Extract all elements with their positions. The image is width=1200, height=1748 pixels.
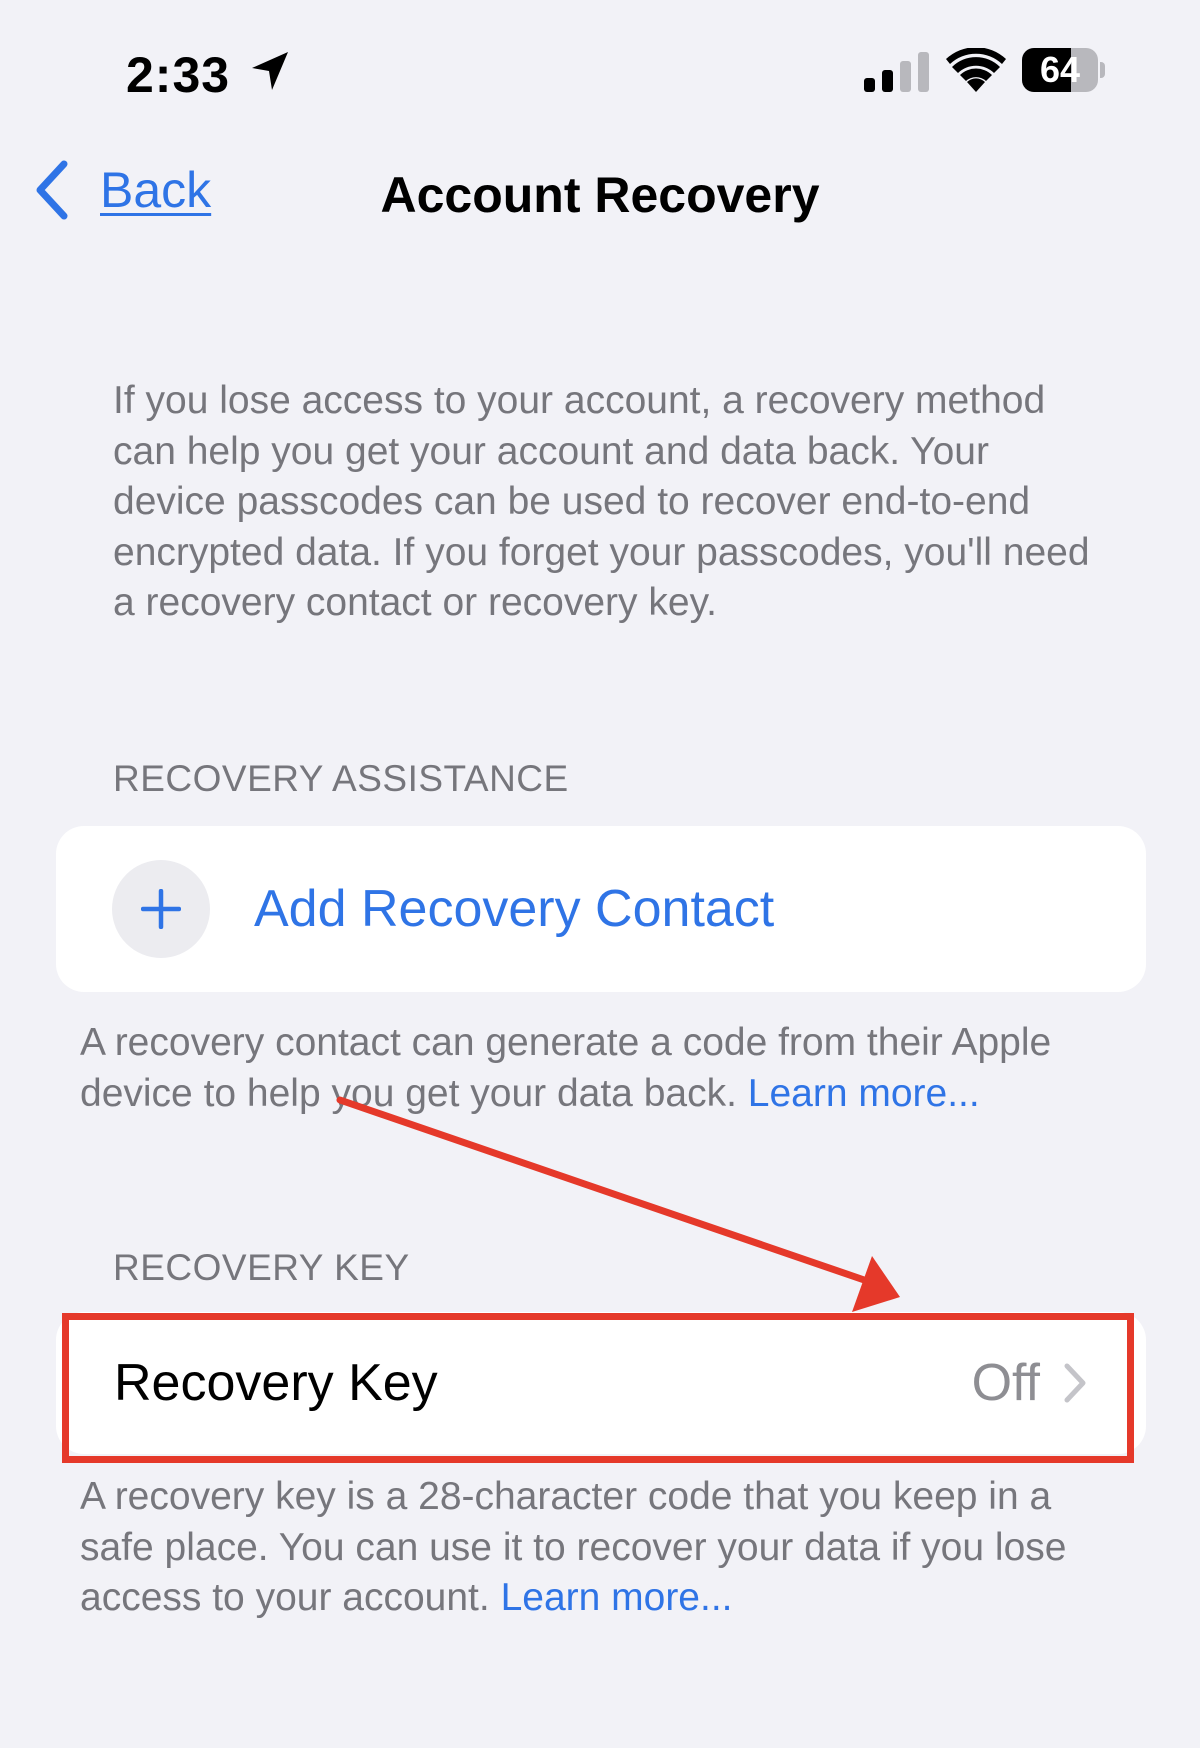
recovery-key-status: Off bbox=[971, 1354, 1040, 1412]
learn-more-link-key[interactable]: Learn more... bbox=[501, 1576, 733, 1619]
status-time: 2:33 bbox=[126, 47, 231, 103]
learn-more-link-contact[interactable]: Learn more... bbox=[748, 1072, 980, 1115]
page-title: Account Recovery bbox=[380, 167, 820, 223]
section-header-recovery-key: RECOVERY KEY bbox=[113, 1247, 410, 1288]
recovery-key-label: Recovery Key bbox=[114, 1354, 438, 1412]
recovery-key-row[interactable]: Recovery Key Off bbox=[56, 1312, 1146, 1454]
cellular-signal-icon bbox=[864, 52, 929, 92]
battery-indicator: 64 bbox=[1022, 48, 1105, 92]
section-header-recovery-assistance: RECOVERY ASSISTANCE bbox=[113, 758, 569, 799]
add-recovery-contact-button[interactable]: Add Recovery Contact bbox=[56, 826, 1146, 992]
recovery-key-footer: A recovery key is a 28-character code th… bbox=[80, 1472, 1110, 1624]
location-arrow-icon bbox=[252, 52, 288, 90]
add-recovery-contact-label: Add Recovery Contact bbox=[254, 880, 775, 938]
plus-icon bbox=[112, 860, 210, 958]
chevron-right-icon bbox=[1064, 1363, 1086, 1403]
battery-percentage: 64 bbox=[1039, 49, 1081, 90]
intro-description: If you lose access to your account, a re… bbox=[113, 379, 1090, 624]
recovery-contact-footer: A recovery contact can generate a code f… bbox=[80, 1018, 1090, 1119]
wifi-icon bbox=[946, 48, 1006, 92]
